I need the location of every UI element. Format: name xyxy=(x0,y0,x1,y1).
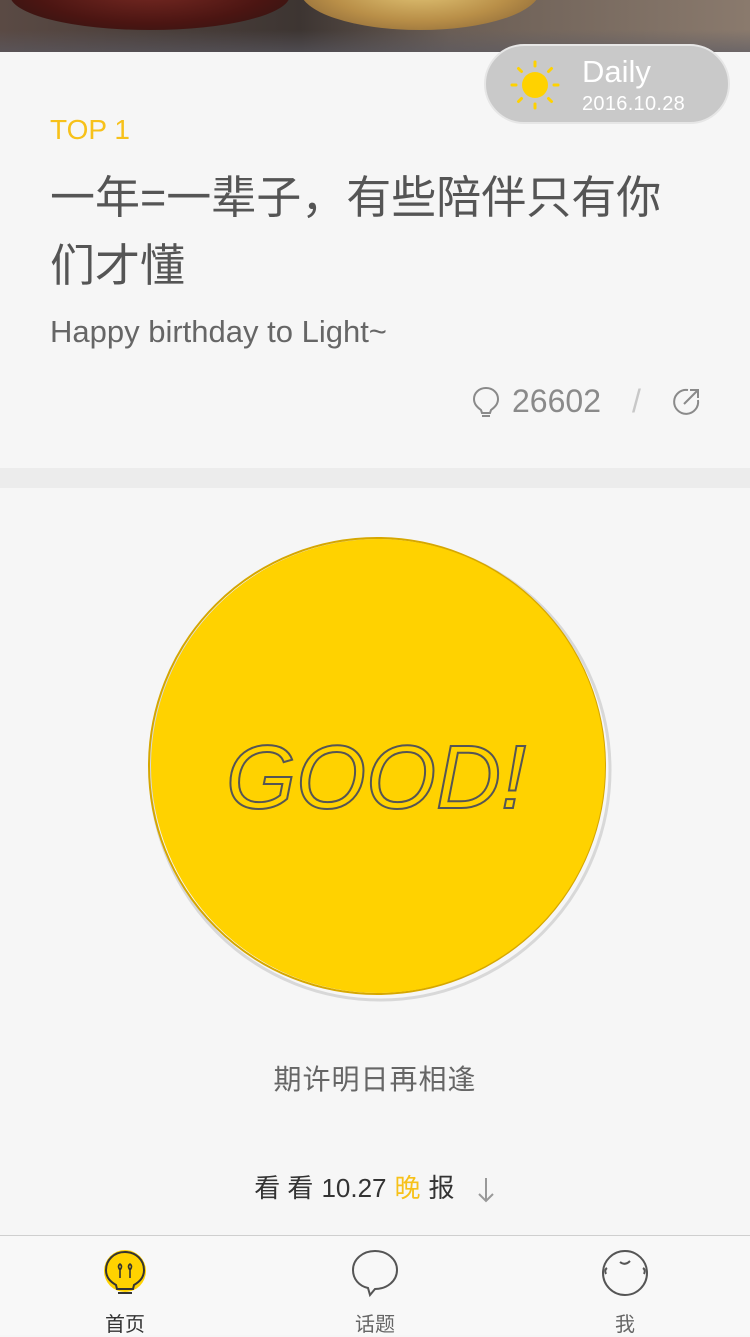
separator: / xyxy=(632,383,641,419)
like-count: 26602 xyxy=(512,383,601,419)
good-button[interactable] xyxy=(140,530,620,1010)
bottom-tab-bar: 首页 话题 我 xyxy=(0,1235,750,1336)
tab-me[interactable]: 我 xyxy=(500,1236,750,1336)
evening-report-link[interactable]: 看 看 10.27 晚报 xyxy=(0,1168,750,1205)
speech-bubble-icon xyxy=(351,1249,399,1298)
evening-date: 10.27 xyxy=(321,1173,387,1203)
evening-highlight: 晚 xyxy=(394,1173,421,1203)
bulb-icon xyxy=(104,1250,146,1294)
rank-label: TOP 1 xyxy=(50,114,130,145)
face-icon xyxy=(602,1250,648,1296)
daily-title: Daily xyxy=(582,54,651,89)
evening-suffix: 报 xyxy=(428,1173,455,1203)
bulb-icon[interactable] xyxy=(472,386,500,418)
good-area: GOOD! xyxy=(140,530,620,1010)
arrow-down-icon xyxy=(478,1178,494,1203)
evening-prefix: 看 看 xyxy=(254,1173,314,1203)
tab-home[interactable]: 首页 xyxy=(0,1236,250,1336)
farewell-text: 期许明日再相逢 xyxy=(273,1064,477,1095)
tab-home-label: 首页 xyxy=(105,1314,145,1336)
tab-me-label: 我 xyxy=(615,1314,635,1336)
sun-icon xyxy=(510,60,560,110)
share-icon[interactable] xyxy=(672,386,702,416)
tab-topics-label: 话题 xyxy=(355,1314,395,1336)
daily-date-badge[interactable]: Daily 2016.10.28 xyxy=(484,44,730,124)
top-article-card[interactable]: Daily 2016.10.28 TOP 1 一年=一辈子，有些陪伴只有你们才懂… xyxy=(0,44,750,468)
article-subtitle: Happy birthday to Light~ xyxy=(50,314,387,349)
daily-date: 2016.10.28 xyxy=(582,93,686,115)
section-divider xyxy=(0,468,750,488)
tab-topics[interactable]: 话题 xyxy=(250,1236,500,1336)
article-headline[interactable]: 一年=一辈子，有些陪伴只有你们才懂 xyxy=(50,164,690,300)
